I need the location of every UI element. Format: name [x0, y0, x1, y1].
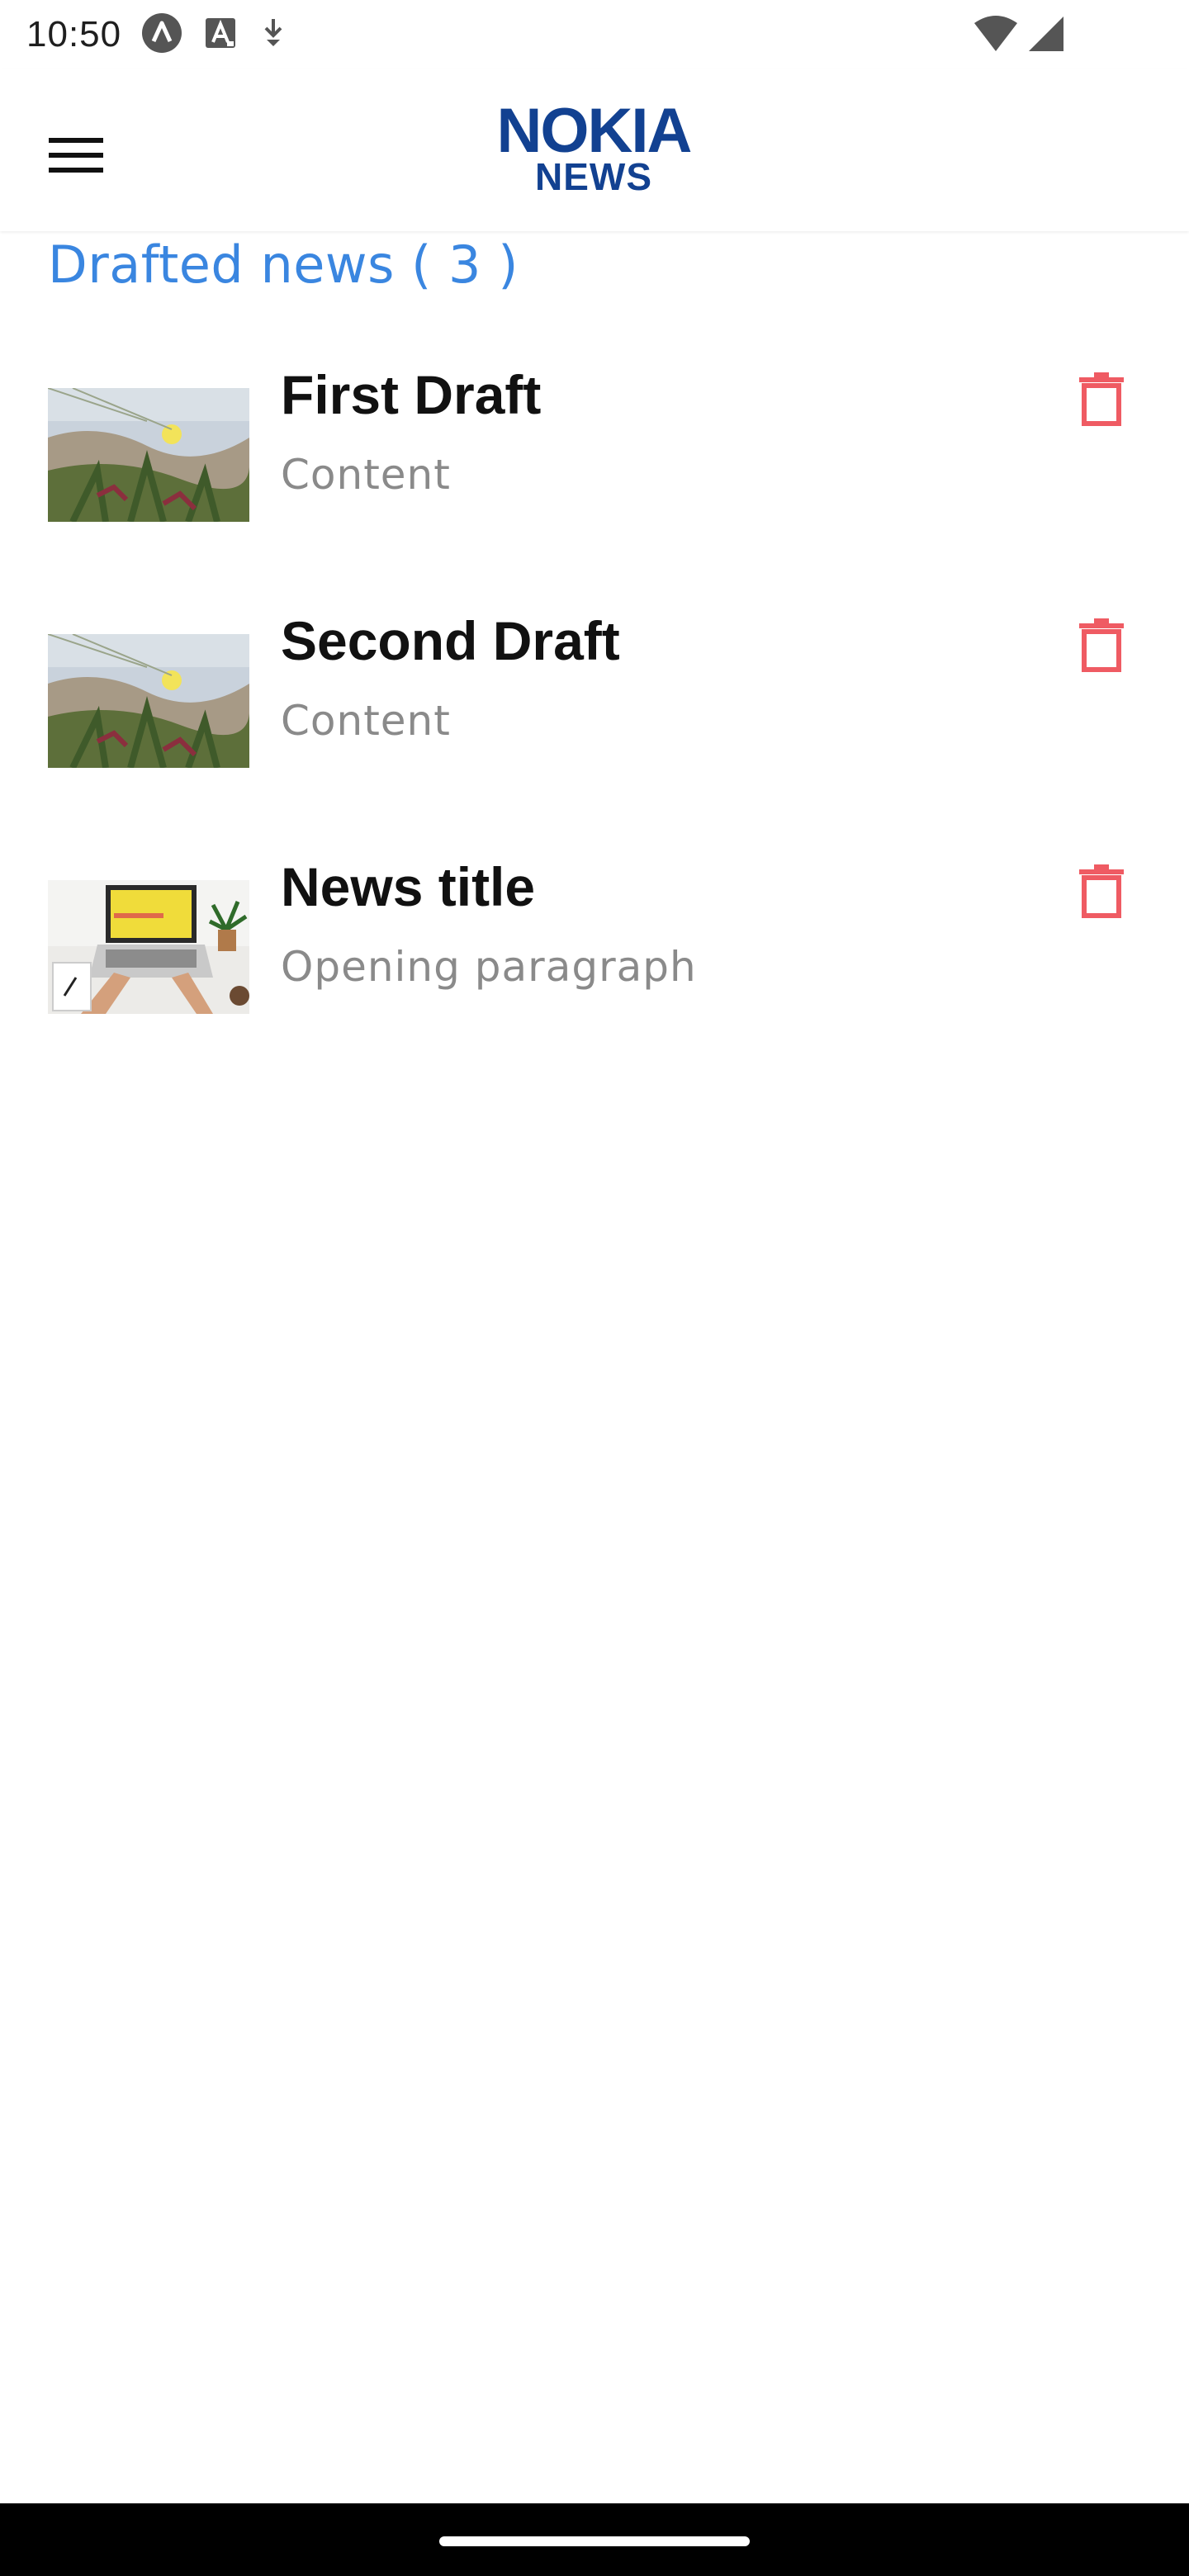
draft-subtitle: Content [281, 697, 451, 745]
download-icon [258, 17, 288, 53]
draft-title: News title [281, 856, 536, 917]
list-item[interactable]: News title Opening paragraph [0, 822, 1189, 1068]
status-icons-right [973, 15, 1065, 56]
nokia-news-logo: NOKIA NEWS [451, 96, 737, 198]
section-title: Drafted news ( 3 ) [48, 234, 519, 295]
status-time: 10:50 [26, 14, 122, 54]
draft-thumbnail [48, 388, 249, 522]
trash-icon [1079, 618, 1124, 676]
draft-thumbnail [48, 634, 249, 768]
list-item[interactable]: Second Draft Content [0, 576, 1189, 822]
trash-icon [1079, 864, 1124, 922]
a-circle-icon [141, 12, 182, 57]
signal-icon [1027, 15, 1065, 56]
wifi-icon [973, 15, 1019, 56]
status-icons-left [141, 12, 288, 57]
delete-draft-button[interactable] [1059, 358, 1144, 444]
delete-draft-button[interactable] [1059, 604, 1144, 690]
a-box-icon [204, 17, 237, 53]
status-bar: 10:50 [0, 0, 1189, 69]
menu-button[interactable] [30, 111, 122, 203]
screen: 10:50 NOKIA NEWS Drafted news (3) Firs… [0, 0, 1189, 2576]
draft-thumbnail [48, 880, 249, 1014]
hamburger-menu-icon [49, 136, 103, 178]
draft-subtitle: Opening paragraph [281, 943, 697, 991]
draft-subtitle: Content [281, 451, 451, 499]
trash-icon [1079, 372, 1124, 430]
home-indicator[interactable] [439, 2536, 750, 2546]
app-bar: NOKIA NEWS [0, 69, 1189, 231]
list-item[interactable]: First Draft Content [0, 330, 1189, 576]
logo-line2: NEWS [535, 155, 652, 197]
delete-draft-button[interactable] [1059, 850, 1144, 936]
draft-title: Second Draft [281, 610, 620, 671]
draft-title: First Draft [281, 364, 542, 425]
system-nav-bar [0, 2503, 1189, 2576]
